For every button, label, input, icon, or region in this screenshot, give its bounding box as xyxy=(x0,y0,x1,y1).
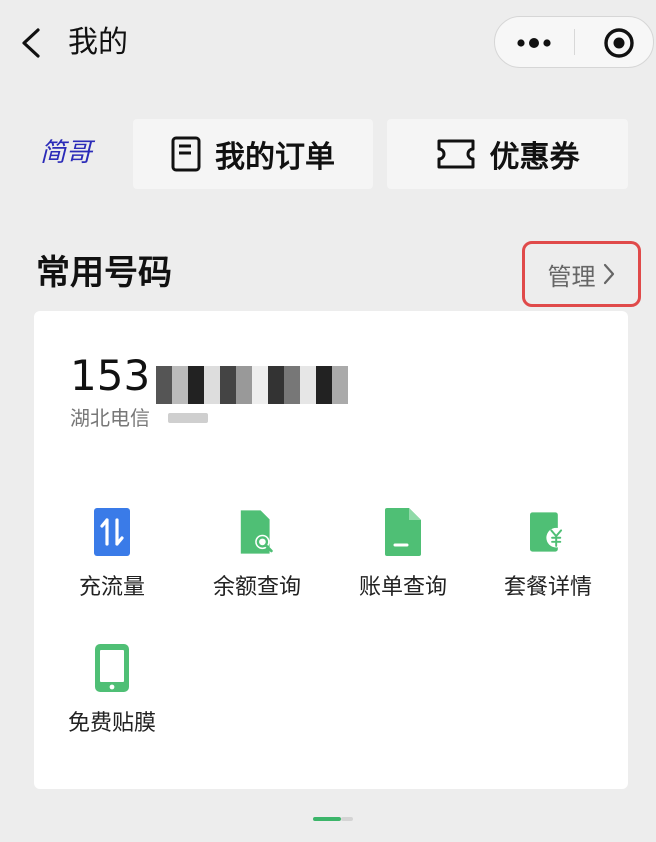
ticket-icon xyxy=(437,139,474,169)
phone-number-prefix: 153 xyxy=(70,351,151,400)
manage-link[interactable]: 管理 xyxy=(522,241,641,307)
close-button[interactable] xyxy=(575,17,653,67)
page-indicator-active xyxy=(313,817,341,821)
menu-capsule xyxy=(494,16,654,68)
document-icon xyxy=(171,136,201,172)
svg-text:简哥: 简哥 xyxy=(40,138,96,168)
service-label: 免费贴膜 xyxy=(67,711,156,736)
page-indicator xyxy=(313,817,353,821)
service-label: 充流量 xyxy=(78,575,145,600)
service-free-screen-protector[interactable]: 免费贴膜 xyxy=(47,643,177,753)
service-label: 余额查询 xyxy=(212,575,301,600)
service-label: 账单查询 xyxy=(358,575,447,600)
service-balance-query[interactable]: 余额查询 xyxy=(192,507,322,617)
nav-bar: 我的 xyxy=(0,0,656,90)
phone-number-card: 153 湖北电信 充流量 余额查询 账单查询 套餐详情 免费贴膜 xyxy=(34,311,628,789)
back-button[interactable] xyxy=(14,22,50,64)
plan-yuan-icon xyxy=(530,512,566,552)
service-bill-query[interactable]: 账单查询 xyxy=(338,507,468,617)
carrier-label: 湖北电信 xyxy=(70,406,150,430)
service-recharge-data[interactable]: 充流量 xyxy=(47,507,177,617)
more-dots-icon xyxy=(517,38,551,48)
data-transfer-icon xyxy=(94,508,130,556)
target-close-icon xyxy=(604,28,634,58)
manage-label: 管理 xyxy=(547,262,596,291)
chevron-right-icon xyxy=(603,263,614,285)
coupons-label: 优惠券 xyxy=(489,140,580,175)
chevron-left-icon xyxy=(22,28,40,58)
bill-icon xyxy=(385,508,421,556)
page-indicator-inactive xyxy=(341,817,353,821)
service-plan-details[interactable]: 套餐详情 xyxy=(483,507,613,617)
phone-number: 153 xyxy=(70,351,349,404)
carrier-info: 湖北电信 xyxy=(70,404,208,432)
more-button[interactable] xyxy=(495,17,574,67)
section-title: 常用号码 xyxy=(36,253,172,293)
page-title: 我的 xyxy=(68,25,128,60)
balance-search-icon xyxy=(240,510,273,554)
carrier-mask xyxy=(168,413,208,423)
my-orders-button[interactable]: 我的订单 xyxy=(133,119,373,189)
coupons-button[interactable]: 优惠券 xyxy=(387,119,628,189)
phone-number-mask xyxy=(156,357,349,404)
phone-icon xyxy=(95,644,129,692)
logo: 简哥 xyxy=(38,134,104,170)
my-orders-label: 我的订单 xyxy=(215,140,335,175)
service-label: 套餐详情 xyxy=(503,575,592,600)
